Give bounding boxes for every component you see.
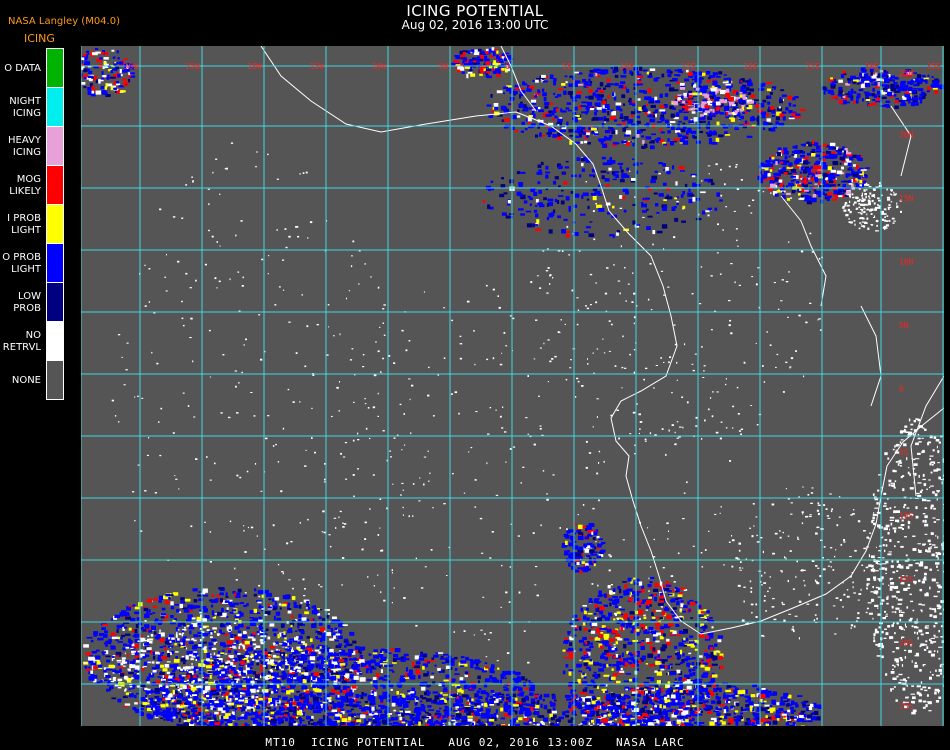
latitude-label: 15S <box>899 575 914 584</box>
latitude-label: 25N <box>899 69 914 78</box>
longitude-label: 10W <box>372 62 387 71</box>
legend-label: NO RETRVL <box>0 330 41 354</box>
latitude-label: 0 <box>899 385 904 394</box>
icing-region <box>821 66 944 109</box>
longitude-label: 35E <box>927 62 942 71</box>
legend-label-line: NO <box>25 329 41 341</box>
map-canvas: 30W 25W 20W 15W 10W 5W 0 5E 10E 15E 20E 25E 30E 35E 25… <box>81 46 944 726</box>
legend-swatch <box>46 243 64 283</box>
product-label: ICING <box>24 32 55 45</box>
coastline <box>890 105 912 177</box>
longitude-label: 20W <box>248 62 263 71</box>
latitude-label: 30S <box>899 46 914 48</box>
legend-label: I PROB LIGHT <box>0 213 41 237</box>
latitude-label: 5N <box>899 321 909 330</box>
legend-swatch <box>46 204 64 244</box>
legend-swatch <box>46 165 64 205</box>
longitude-label: 5W <box>438 62 448 71</box>
legend-label-line: LOW <box>18 290 41 302</box>
cloud-speckle-group <box>723 486 882 640</box>
icing-region <box>486 66 806 150</box>
legend-label-line: LIKELY <box>9 185 41 197</box>
longitude-label: 10E <box>620 62 635 71</box>
latitude-label: 20S <box>899 639 914 648</box>
legend-label: HEAVY ICING <box>0 135 41 159</box>
latitude-label: 15N <box>899 194 914 203</box>
legend-label-line: LIGHT <box>11 263 41 275</box>
legend-swatch <box>46 360 64 400</box>
legend-label-line: NONE <box>11 374 41 386</box>
cloud-speckle-group <box>866 418 944 715</box>
legend-label-line: RETRVL <box>2 341 41 353</box>
legend-swatch <box>46 126 64 166</box>
longitude-label: 20E <box>744 62 759 71</box>
longitude-label: 30E <box>865 62 880 71</box>
icing-region <box>482 156 723 239</box>
latitude-label: 5S <box>899 448 909 457</box>
legend-swatch <box>46 87 64 127</box>
lake-outline <box>780 195 827 307</box>
longitude-label: 25E <box>806 62 821 71</box>
legend-swatch <box>46 282 64 322</box>
legend-label-line: NIGHT <box>9 95 41 107</box>
legend-swatch <box>46 48 64 88</box>
icing-map: 30W 25W 20W 15W 10W 5W 0 5E 10E 15E 20E 25E 30E 35E 25… <box>81 46 944 726</box>
legend-label-line: LIGHT <box>11 224 41 236</box>
legend-label: MOG LIKELY <box>0 174 41 198</box>
legend-label: O PROB LIGHT <box>0 252 41 276</box>
longitude-label: 15W <box>310 62 325 71</box>
legend-label: NIGHT ICING <box>0 96 41 120</box>
legend-label: O DATA <box>0 63 41 75</box>
coastline <box>500 46 537 112</box>
legend-label: LOW PROB <box>0 291 41 315</box>
legend-label-line: PROB <box>13 302 41 314</box>
legend-label-line: O PROB <box>2 251 41 263</box>
legend-label-line: ICING <box>12 107 41 119</box>
longitude-label: 15E <box>682 62 697 71</box>
legend-label-line: ICING <box>12 146 41 158</box>
cloud-speckle-group <box>111 142 411 642</box>
icing-region <box>561 523 606 574</box>
legend-label-line: I PROB <box>7 212 41 224</box>
icing-region <box>81 48 136 97</box>
latitude-label: 10N <box>899 258 914 267</box>
legend-swatch <box>46 321 64 361</box>
longitude-label: 0 <box>505 62 510 71</box>
map-timestamp: Aug 02, 2016 13:00 UTC <box>401 18 549 32</box>
cloud-speckle-group <box>842 182 902 232</box>
cloud-speckle-group <box>539 163 823 446</box>
agency-label: NASA Langley (M04.0) <box>8 16 120 27</box>
latitude-label: 25S <box>899 702 914 711</box>
lake-outline <box>860 305 882 407</box>
icing-region <box>584 681 823 726</box>
longitude-label: 25W <box>186 62 201 71</box>
legend-label: NONE <box>0 375 41 387</box>
longitude-label: 30W <box>124 62 139 71</box>
legend-label-line: HEAVY <box>8 134 41 146</box>
longitude-label: 5E <box>562 62 572 71</box>
legend-label-line: MOG <box>16 173 41 185</box>
latitude-label: 10S <box>899 512 914 521</box>
footer-caption: MT10 ICING POTENTIAL AUG 02, 2016 13:00Z… <box>265 736 685 749</box>
legend-label-line: O DATA <box>4 62 41 74</box>
latitude-label: 20N <box>899 131 914 140</box>
